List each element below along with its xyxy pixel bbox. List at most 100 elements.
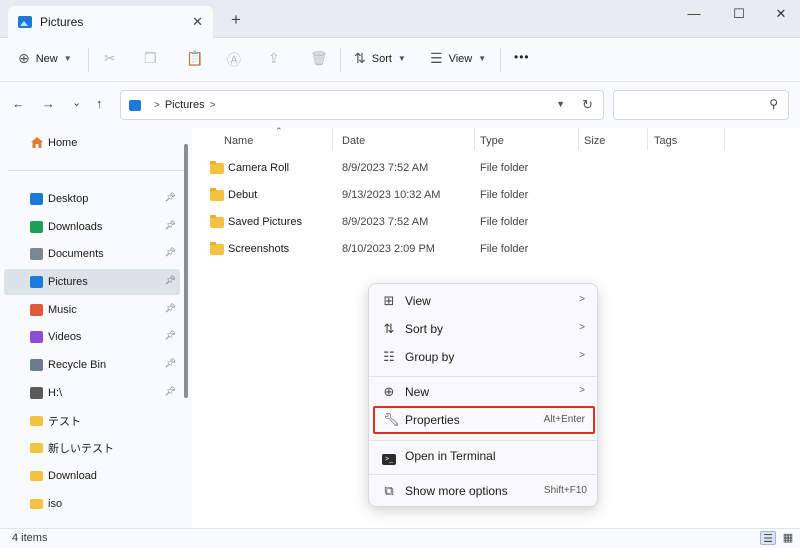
sidebar-item-6[interactable]: Videos 📌︎: [4, 324, 180, 350]
column-header-type[interactable]: Type: [480, 128, 504, 154]
sort-label: Sort: [371, 52, 392, 65]
menu-item-label: Sort by: [405, 322, 444, 336]
title-bar: Pictures ✕ + — ☐ ✕: [0, 0, 800, 38]
sort-button[interactable]: ⇅ Sort ▼: [354, 50, 406, 67]
pin-icon[interactable]: 📌︎: [165, 275, 176, 286]
breadcrumb-separator[interactable]: >: [210, 100, 216, 111]
new-tab-button[interactable]: +: [231, 10, 241, 30]
sidebar-item-11[interactable]: Download: [4, 463, 180, 489]
folder-icon: [210, 187, 224, 201]
share-icon[interactable]: ⇪: [268, 50, 280, 67]
folder-icon: [30, 471, 43, 481]
sidebar-item-2[interactable]: Downloads 📌︎: [4, 214, 180, 240]
sidebar-item-home[interactable]: Home: [4, 130, 180, 156]
more-options-icon[interactable]: •••: [514, 50, 530, 64]
refresh-icon[interactable]: ↻: [582, 97, 593, 113]
sidebar-item-12[interactable]: iso: [4, 491, 180, 517]
forward-icon[interactable]: →: [42, 96, 55, 111]
status-bar: 4 items ☰ ▦: [0, 528, 800, 548]
sidebar-item-label: Music: [48, 304, 77, 316]
file-date: 8/10/2023 2:09 PM: [342, 243, 435, 255]
menu-item-show-more-options[interactable]: ⧉ Show more options Shift+F10: [373, 478, 595, 504]
cut-icon[interactable]: ✂: [104, 50, 116, 67]
menu-item-open-terminal[interactable]: >_ Open in Terminal: [373, 443, 595, 469]
pin-icon[interactable]: 📌︎: [165, 358, 176, 369]
pin-icon[interactable]: 📌︎: [165, 386, 176, 397]
column-header-tags[interactable]: Tags: [654, 128, 677, 154]
sidebar-item-label: iso: [48, 498, 63, 510]
tiles-view-icon[interactable]: ▦: [780, 531, 796, 545]
terminal-icon: >_: [381, 449, 397, 465]
menu-item-group-by[interactable]: ☷ Group by >: [373, 344, 595, 370]
menu-item-view[interactable]: ⊞ View >: [373, 288, 595, 314]
sidebar-divider: [8, 170, 184, 171]
tab-title: Pictures: [40, 15, 84, 29]
sidebar-scrollbar[interactable]: [184, 144, 188, 398]
sidebar-item-7[interactable]: Recycle Bin 📌︎: [4, 352, 180, 378]
sidebar-item-label: Download: [48, 470, 97, 482]
menu-divider: [369, 376, 597, 377]
close-window-button[interactable]: ✕: [766, 6, 796, 22]
menu-item-label: Show more options: [405, 484, 508, 498]
sort-ascending-icon: ⌃: [275, 126, 283, 136]
pin-icon[interactable]: 📌︎: [165, 303, 176, 314]
details-view-icon[interactable]: ☰: [760, 531, 776, 545]
video-icon: [30, 331, 43, 343]
paste-icon[interactable]: 📋: [186, 50, 203, 67]
address-bar[interactable]: > Pictures > ▼ ↻: [120, 90, 604, 120]
column-header-size[interactable]: Size: [584, 128, 605, 154]
sidebar-item-8[interactable]: H:\ 📌︎: [4, 380, 180, 406]
sidebar-item-10[interactable]: 新しいテスト: [4, 435, 180, 461]
delete-icon[interactable]: 🗑: [310, 50, 328, 67]
tab-close-icon[interactable]: ✕: [192, 14, 203, 30]
chevron-down-icon: ▼: [397, 54, 406, 63]
menu-item-properties[interactable]: 🔧︎ Properties Alt+Enter: [373, 406, 595, 434]
minimize-button[interactable]: —: [679, 6, 709, 21]
column-divider: [578, 128, 579, 150]
back-icon[interactable]: ←: [12, 96, 25, 111]
pin-icon[interactable]: 📌︎: [165, 192, 176, 203]
chevron-down-icon[interactable]: ▼: [556, 99, 565, 109]
column-divider: [474, 128, 475, 150]
context-menu: ⊞ View > ⇅ Sort by > ☷ Group by > ⊕ New …: [368, 283, 598, 507]
document-icon: [30, 248, 43, 260]
command-bar: ⊕ New ▼ ✂ ❐ 📋 Ⓐ ⇪ 🗑 ⇅ Sort ▼ ☰ View ▼ ••…: [0, 38, 800, 82]
drive-icon: [30, 387, 43, 399]
file-type: File folder: [480, 189, 529, 201]
sidebar-item-label: 新しいテスト: [48, 443, 114, 455]
pin-icon[interactable]: 📌︎: [165, 220, 176, 231]
pin-icon[interactable]: 📌︎: [165, 247, 176, 258]
menu-item-new[interactable]: ⊕ New >: [373, 379, 595, 405]
plus-circle-icon: ⊕: [383, 384, 395, 399]
download-icon: [30, 221, 43, 233]
new-button[interactable]: ⊕ New ▼: [18, 50, 72, 67]
copy-icon[interactable]: ❐: [144, 50, 157, 67]
item-count: 4 items: [12, 532, 48, 544]
sidebar-item-5[interactable]: Music 📌︎: [4, 297, 180, 323]
rename-icon[interactable]: Ⓐ: [227, 50, 241, 70]
menu-item-label: View: [405, 294, 431, 308]
menu-item-label: Open in Terminal: [405, 449, 496, 463]
file-type: File folder: [480, 216, 529, 228]
pictures-icon: [129, 99, 141, 111]
recent-locations-icon[interactable]: ⌄: [72, 96, 81, 109]
sidebar-item-label: Desktop: [48, 193, 89, 205]
breadcrumb-pictures[interactable]: Pictures: [165, 99, 205, 111]
view-list-icon: ☰: [430, 50, 443, 66]
sidebar-item-4[interactable]: Pictures 📌︎: [4, 269, 180, 295]
search-input[interactable]: ⚲: [613, 90, 789, 120]
tab-pictures[interactable]: Pictures ✕: [8, 6, 213, 38]
view-button[interactable]: ☰ View ▼: [430, 50, 486, 67]
sidebar-item-3[interactable]: Documents 📌︎: [4, 241, 180, 267]
up-icon[interactable]: ↑: [96, 96, 103, 111]
column-header-date[interactable]: Date: [342, 128, 365, 154]
sidebar-item-1[interactable]: Desktop 📌︎: [4, 186, 180, 212]
toolbar-divider: [340, 48, 341, 72]
sidebar-item-9[interactable]: テスト: [4, 408, 180, 434]
pin-icon[interactable]: 📌︎: [165, 330, 176, 341]
column-header-name[interactable]: Name: [224, 128, 253, 154]
maximize-button[interactable]: ☐: [724, 6, 754, 22]
recycle-bin-icon: [30, 359, 43, 371]
sidebar-item-label: テスト: [48, 416, 81, 428]
menu-item-sort-by[interactable]: ⇅ Sort by >: [373, 316, 595, 342]
